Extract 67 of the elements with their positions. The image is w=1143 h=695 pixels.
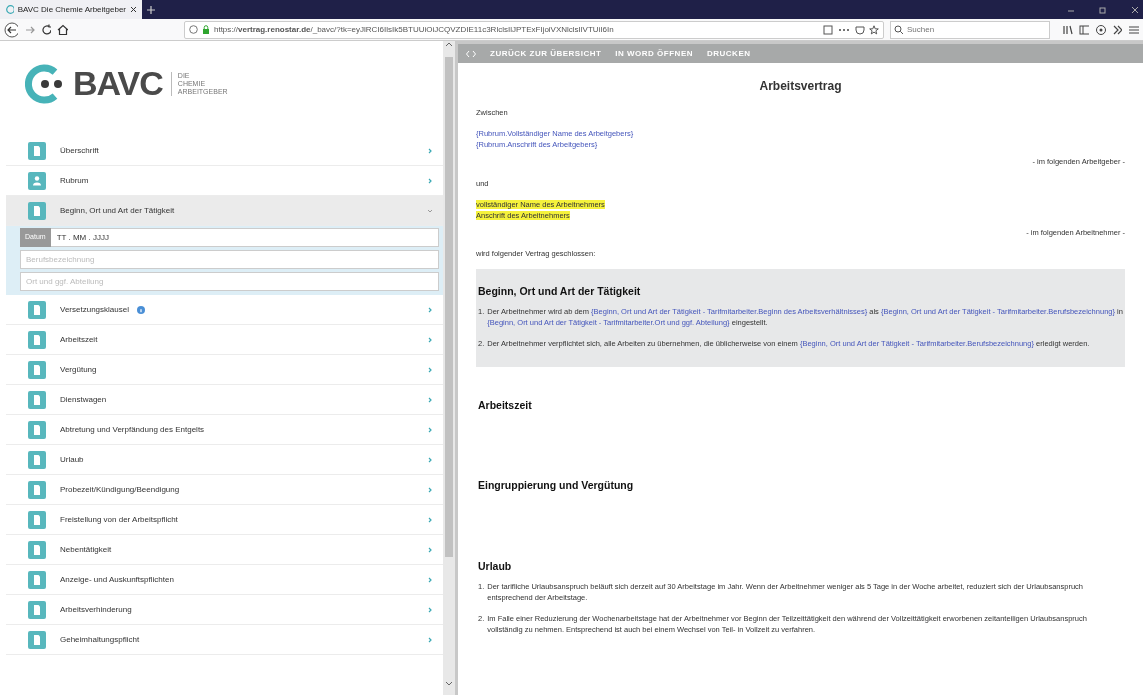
document-icon — [28, 630, 46, 649]
chevron-right-icon — [427, 426, 433, 433]
scroll-up-icon[interactable] — [445, 41, 453, 47]
document-icon — [28, 450, 46, 469]
chevron-right-icon — [427, 606, 433, 613]
info-icon[interactable] — [188, 25, 198, 34]
close-icon[interactable] — [130, 6, 136, 13]
reload-icon[interactable] — [40, 23, 52, 36]
document-icon — [28, 390, 46, 409]
pocket-icon[interactable] — [854, 24, 865, 35]
document-icon — [28, 600, 46, 619]
section-heading: Arbeitszeit — [478, 398, 533, 412]
chevron-right-icon — [427, 636, 433, 643]
document-icon — [28, 141, 46, 160]
globe-icon — [6, 5, 14, 14]
library-icon[interactable] — [1061, 23, 1073, 36]
chevron-right-icon — [427, 306, 433, 313]
search-field[interactable]: Suchen — [889, 20, 1050, 39]
scroll-down-icon[interactable] — [445, 681, 453, 687]
section-heading: Eingruppierung und Vergütung — [478, 479, 635, 493]
chevron-right-icon — [427, 546, 433, 553]
document-icon — [28, 510, 46, 529]
reader-view-icon[interactable] — [822, 24, 833, 35]
tab-title: BAVC Die Chemie Arbeitgeber — [17, 3, 127, 16]
document-icon — [28, 420, 46, 439]
logo-text: BAVC — [73, 63, 163, 104]
info-icon[interactable] — [136, 305, 145, 314]
extension-icon[interactable] — [1095, 23, 1106, 36]
chevron-right-icon — [427, 147, 433, 154]
person-icon — [28, 171, 46, 190]
chevron-right-icon — [427, 486, 433, 493]
date-field[interactable]: TT . MM . JJJJ — [50, 228, 439, 247]
section-heading: Beginn, Ort und Art der Tätigkeit — [478, 285, 642, 298]
close-icon[interactable] — [1131, 5, 1139, 14]
document-icon — [28, 570, 46, 589]
document-icon — [28, 480, 46, 499]
logo-icon — [25, 63, 65, 104]
home-icon[interactable] — [57, 23, 68, 36]
scrollbar-thumb[interactable] — [445, 57, 453, 557]
chevron-right-icon — [427, 576, 433, 583]
document-icon — [28, 201, 46, 220]
sidebar-icon[interactable] — [1078, 23, 1090, 36]
chevron-right-icon — [427, 177, 433, 184]
chevron-right-icon — [427, 396, 433, 403]
new-tab-icon[interactable] — [146, 4, 156, 15]
star-icon[interactable] — [868, 24, 879, 35]
document-icon — [28, 330, 46, 349]
restore-icon[interactable] — [1099, 5, 1107, 14]
section-heading: Urlaub — [478, 560, 513, 573]
document-title: Arbeitsvertrag — [758, 78, 843, 95]
overflow-icon[interactable] — [1111, 23, 1123, 36]
back-icon[interactable] — [4, 21, 19, 38]
input-field[interactable]: Berufsbezeichnung — [20, 250, 439, 269]
address-bar[interactable]: https://vertrag.renostar.de/_bavc/?tk=eyJlRCI6IlsIk5BTUUiOiJCQVZDIE11c3RlclsIlJPTExFIjoiVXNlclsIlVTUiI6In — [183, 20, 884, 39]
chevron-right-icon — [427, 366, 433, 373]
document-icon — [28, 300, 46, 319]
sidebar-item[interactable]: Beginn, Ort und Art der Tätigkeit — [6, 196, 443, 226]
lock-icon — [201, 25, 210, 34]
menu-icon[interactable] — [1128, 23, 1139, 36]
url-text: https://vertrag.renostar.de/_bavc/?tk=eyJlRCI6IlsIk5BTUUiOiJCQVZDIE11c3RlclsIlJPTExFIjoiVXNlclsIlVTUiI6In — [213, 23, 615, 36]
chevron-right-icon — [427, 336, 433, 343]
chevron-down-icon — [427, 207, 433, 214]
document-icon — [28, 360, 46, 379]
browser-tab[interactable]: BAVC Die Chemie Arbeitgeber — [0, 0, 142, 19]
chevron-right-icon — [427, 516, 433, 523]
document-icon — [28, 540, 46, 559]
chevron-right-icon — [427, 456, 433, 463]
